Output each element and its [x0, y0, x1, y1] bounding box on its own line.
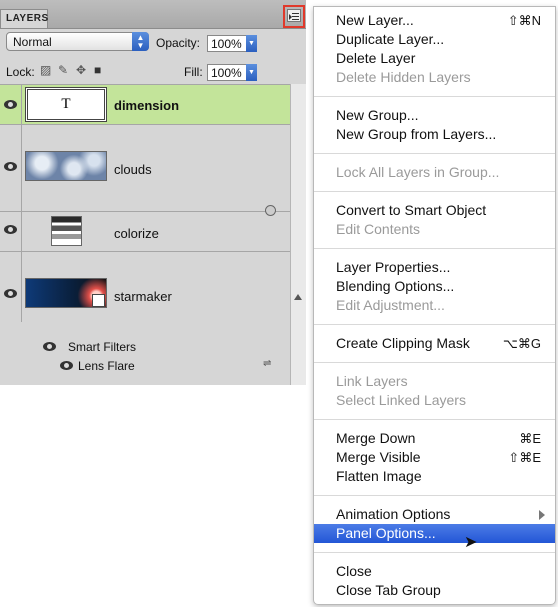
layer-row-colorize[interactable]: colorize	[0, 212, 290, 251]
blend-mode-value: Normal	[13, 35, 52, 49]
layer-name: starmaker	[114, 289, 172, 304]
mouse-pointer-icon: ➤	[464, 534, 478, 551]
fill-value: 100%	[211, 66, 242, 80]
adjustment-layer-thumbnail	[51, 216, 82, 246]
menu-item-edit-contents: Edit Contents	[336, 221, 421, 237]
visibility-eye-icon[interactable]	[4, 162, 17, 171]
panel-flyout-menu: New Layer... ⇧⌘N Duplicate Layer... Dele…	[313, 6, 556, 605]
layer-row-starmaker[interactable]: starmaker Smart Filters Lens Flare ⇌	[0, 252, 290, 385]
menu-item-convert-to-smart-object[interactable]: Convert to Smart Object	[314, 201, 555, 220]
filter-blending-options-icon[interactable]: ⇌	[263, 358, 271, 369]
menu-item-new-group[interactable]: New Group...	[314, 106, 555, 125]
opacity-field[interactable]: 100% ▼	[207, 35, 257, 52]
clouds-thumbnail	[25, 151, 107, 181]
tab-layers[interactable]: LAYERS	[0, 9, 48, 28]
shortcut: ⇧⌘E	[508, 450, 541, 465]
panel-tab-bar: LAYERS	[0, 0, 306, 29]
visibility-eye-icon[interactable]	[4, 100, 17, 109]
menu-item-close[interactable]: Close	[314, 562, 555, 581]
layers-scrollbar[interactable]	[290, 84, 306, 385]
lens-flare-label: Lens Flare	[78, 359, 135, 373]
menu-item-select-linked-layers: Select Linked Layers	[336, 392, 466, 408]
visibility-eye-icon[interactable]	[4, 225, 17, 234]
menu-item-edit-adjustment: Edit Adjustment...	[336, 297, 445, 313]
menu-separator	[314, 153, 555, 154]
chevron-down-icon[interactable]: ▼	[246, 64, 257, 81]
opacity-value: 100%	[211, 37, 242, 51]
scroll-up-icon[interactable]	[294, 294, 302, 300]
fill-label: Fill:	[184, 65, 203, 79]
opacity-label: Opacity:	[156, 36, 201, 50]
menu-item-create-clipping-mask[interactable]: Create Clipping Mask ⌥⌘G	[314, 334, 555, 353]
menu-item-new-layer[interactable]: New Layer... ⇧⌘N	[314, 11, 555, 30]
menu-separator	[314, 248, 555, 249]
menu-item-blending-options[interactable]: Blending Options...	[314, 277, 555, 296]
chevron-down-icon[interactable]: ▼	[246, 35, 257, 52]
menu-item-close-tab-group[interactable]: Close Tab Group	[314, 581, 555, 600]
menu-item-new-group-from-layers[interactable]: New Group from Layers...	[314, 125, 555, 144]
stepper-icon: ▲ ▼	[132, 32, 149, 51]
menu-separator	[314, 362, 555, 363]
text-layer-thumbnail: T	[25, 87, 107, 122]
lock-position-icon[interactable]: ✥	[76, 63, 86, 77]
submenu-arrow-icon	[539, 510, 545, 520]
shortcut: ⌥⌘G	[502, 336, 541, 351]
visibility-eye-icon[interactable]	[43, 342, 56, 351]
layer-name: clouds	[114, 162, 152, 177]
menu-button-callout	[283, 5, 305, 28]
menu-separator	[314, 419, 555, 420]
blend-mode-select[interactable]: Normal ▲ ▼	[6, 32, 149, 51]
smart-filter-indicator-icon	[265, 205, 276, 216]
lock-image-pixels-icon[interactable]: ✎	[58, 63, 68, 77]
layer-name: colorize	[114, 226, 159, 241]
menu-separator	[314, 324, 555, 325]
menu-item-merge-visible[interactable]: Merge Visible ⇧⌘E	[314, 448, 555, 467]
menu-separator	[314, 191, 555, 192]
lock-label: Lock:	[6, 65, 35, 79]
menu-item-layer-properties[interactable]: Layer Properties...	[314, 258, 555, 277]
lock-transparent-pixels-icon[interactable]: ▨	[40, 63, 51, 77]
visibility-eye-icon[interactable]	[4, 289, 17, 298]
shortcut: ⌘E	[519, 431, 541, 446]
layer-name: dimension	[114, 98, 180, 113]
fill-field[interactable]: 100% ▼	[207, 64, 257, 81]
shortcut: ⇧⌘N	[507, 13, 541, 28]
menu-separator	[314, 552, 555, 553]
menu-item-link-layers: Link Layers	[336, 373, 408, 389]
menu-item-delete-hidden-layers: Delete Hidden Layers	[336, 69, 471, 85]
menu-item-panel-options[interactable]: Panel Options...	[314, 524, 555, 543]
menu-item-lock-all-layers-in-group: Lock All Layers in Group...	[336, 164, 500, 180]
layer-row-dimension[interactable]: T dimension	[0, 85, 290, 124]
menu-item-flatten-image[interactable]: Flatten Image	[314, 467, 555, 486]
menu-item-duplicate-layer[interactable]: Duplicate Layer...	[314, 30, 555, 49]
menu-item-merge-down[interactable]: Merge Down ⌘E	[314, 429, 555, 448]
smart-filters-label: Smart Filters	[68, 340, 137, 354]
layers-panel: LAYERS Normal ▲ ▼ Opacity: 100% ▼ Lock: ▨…	[0, 0, 306, 385]
lock-all-icon[interactable]: ■	[94, 63, 101, 77]
smart-object-badge-icon	[92, 294, 105, 307]
menu-separator	[314, 495, 555, 496]
visibility-eye-icon[interactable]	[60, 361, 73, 370]
layer-row-clouds[interactable]: clouds	[0, 125, 290, 211]
menu-item-animation-options[interactable]: Animation Options	[314, 505, 555, 524]
menu-separator	[314, 96, 555, 97]
menu-item-delete-layer[interactable]: Delete Layer	[314, 49, 555, 68]
